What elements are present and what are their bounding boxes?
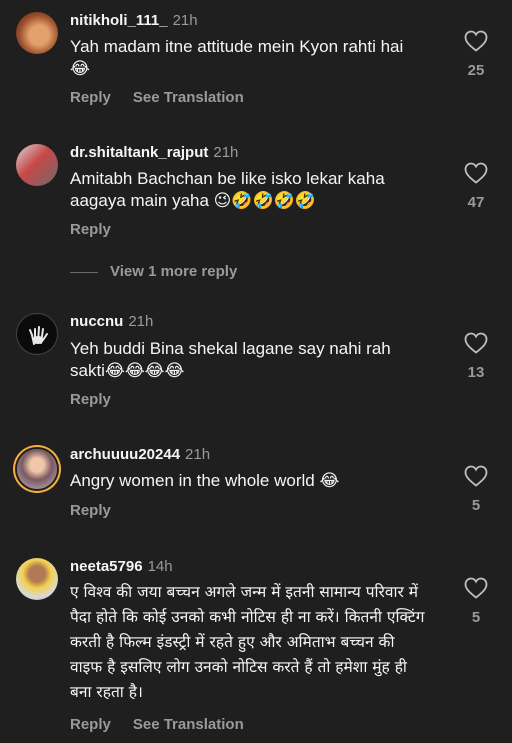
see-translation-button[interactable]: See Translation — [133, 716, 244, 733]
like-count: 25 — [467, 62, 485, 79]
see-translation-button[interactable]: See Translation — [133, 89, 244, 106]
view-more-replies-button[interactable]: View 1 more reply — [70, 263, 237, 280]
comment-text: Yeh buddi Bina shekal lagane say nahi ra… — [70, 339, 391, 380]
reply-button[interactable]: Reply — [70, 89, 111, 106]
comment-text: Yah madam itne attitude mein Kyon rahti … — [70, 37, 404, 78]
like-count: 47 — [467, 194, 485, 211]
like-count: 5 — [471, 609, 481, 626]
avatar[interactable] — [16, 558, 58, 600]
comment-actions: Reply See Translation — [70, 89, 266, 106]
avatar[interactable] — [16, 144, 58, 186]
comment-time: 21h — [128, 313, 154, 330]
comment-actions: Reply — [70, 221, 133, 238]
like-count: 5 — [471, 497, 481, 514]
reply-button[interactable]: Reply — [70, 391, 111, 408]
comment-actions: Reply — [70, 391, 133, 408]
comment-actions: Reply — [70, 502, 133, 519]
reply-button[interactable]: Reply — [70, 502, 111, 519]
heart-outline-icon[interactable] — [464, 162, 488, 184]
comment-username[interactable]: neeta5796 14h — [70, 558, 173, 575]
comment-username[interactable]: nitikholi_111_ 21h — [70, 12, 198, 29]
comment-text: Amitabh Bachchan be like isko lekar kaha… — [70, 169, 385, 210]
hand-print-icon — [29, 326, 48, 345]
reply-button[interactable]: Reply — [70, 221, 111, 238]
heart-outline-icon[interactable] — [464, 332, 488, 354]
heart-outline-icon[interactable] — [464, 30, 488, 52]
comment-username[interactable]: archuuuu20244 21h — [70, 446, 210, 463]
divider-line — [70, 271, 98, 273]
comment-time: 21h — [185, 446, 211, 463]
comment-time: 21h — [213, 144, 239, 161]
reply-button[interactable]: Reply — [70, 716, 111, 733]
heart-outline-icon[interactable] — [464, 465, 488, 487]
comment-text: Angry women in the whole world 😂 — [70, 471, 340, 490]
like-count: 13 — [467, 364, 485, 381]
comment-time: 21h — [172, 12, 198, 29]
heart-outline-icon[interactable] — [464, 577, 488, 599]
comment-username[interactable]: dr.shitaltank_rajput 21h — [70, 144, 238, 161]
comment-text: ए विश्व की जया बच्चन अगले जन्म में इतनी … — [70, 583, 425, 701]
comment-time: 14h — [147, 558, 173, 575]
avatar-with-story-ring[interactable] — [17, 449, 57, 489]
avatar[interactable] — [16, 313, 58, 355]
comment-actions: Reply See Translation — [70, 716, 266, 733]
comment-username[interactable]: nuccnu 21h — [70, 313, 153, 330]
avatar[interactable] — [16, 12, 58, 54]
